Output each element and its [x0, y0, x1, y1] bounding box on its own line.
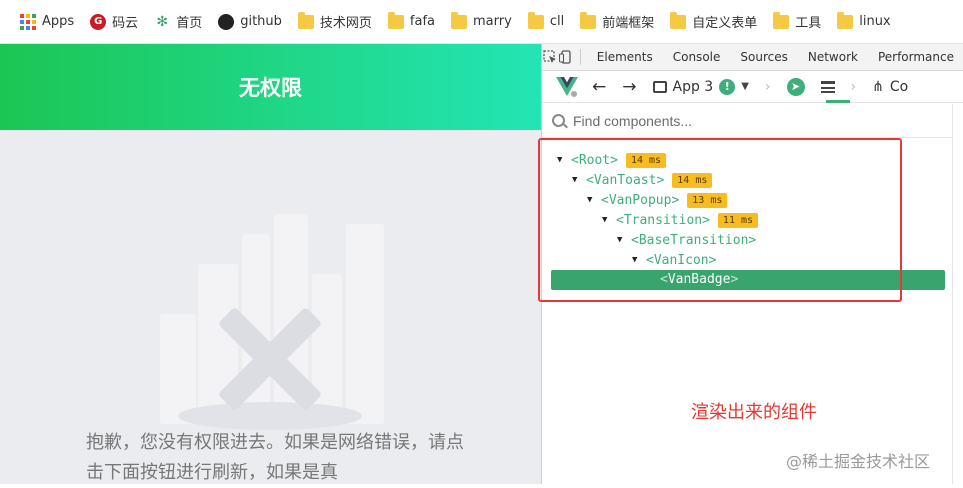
gitee-icon: G — [90, 13, 107, 30]
bookmark-gitee[interactable]: G 码云 — [82, 8, 146, 36]
tab-network[interactable]: Network — [798, 44, 868, 71]
bookmark-label: 工具 — [795, 16, 822, 31]
bookmark-folder[interactable]: linux — [829, 8, 898, 36]
folder-icon — [773, 11, 790, 29]
app-selector-label: App 3 — [672, 78, 714, 95]
pane-divider[interactable] — [952, 104, 953, 484]
apps-grid-icon — [20, 13, 36, 30]
active-tab-indicator — [826, 100, 850, 103]
devtools-tab-bar: Elements Console Sources Network Perform… — [542, 44, 963, 71]
app-selector[interactable]: App 3 ! ▼ — [652, 78, 749, 95]
chevron-down-icon: ▼ — [741, 81, 749, 92]
app-window-icon — [652, 80, 667, 93]
app-viewport: 无权限 抱歉，您没有权限进去。如果是网络错误，请点击下面按钮进行刷新，如果是真 — [0, 44, 541, 484]
bookmark-folder[interactable]: marry — [443, 8, 520, 36]
tab-sources[interactable]: Sources — [730, 44, 797, 71]
bookmark-label: 首页 — [176, 16, 203, 31]
tab-console[interactable]: Console — [663, 44, 731, 71]
bookmark-folder[interactable]: cll — [520, 8, 572, 36]
vue-devtools-toolbar: ← → App 3 ! ▼ › ➤ › ⋔ Co — [542, 71, 963, 103]
bookmark-label: Apps — [42, 14, 75, 29]
folder-icon — [387, 11, 404, 29]
page-title: 无权限 — [239, 76, 302, 100]
tab-components[interactable]: ➤ — [786, 77, 805, 96]
highlight-box — [538, 138, 902, 302]
bookmark-label: fafa — [409, 14, 436, 29]
toolbar-divider — [580, 49, 581, 65]
folder-icon — [837, 11, 854, 29]
inspect-element-icon[interactable] — [542, 44, 558, 71]
device-toolbar-icon[interactable] — [558, 44, 574, 71]
folder-icon — [297, 11, 314, 29]
no-permission-illustration — [160, 214, 384, 430]
bookmark-folder[interactable]: 前端框架 — [572, 8, 662, 36]
bookmark-label: 自定义表单 — [692, 16, 758, 31]
page-header: 无权限 — [0, 44, 541, 130]
tab-performance[interactable]: Performance — [868, 44, 963, 71]
search-icon — [552, 114, 565, 127]
tab-elements[interactable]: Elements — [587, 44, 663, 71]
forward-arrow-icon[interactable]: → — [622, 77, 636, 97]
watermark: @稀土掘金技术社区 — [786, 452, 931, 471]
bookmark-label: marry — [473, 14, 512, 29]
back-arrow-icon[interactable]: ← — [592, 77, 606, 97]
timeline-icon — [820, 80, 835, 93]
github-icon — [218, 13, 235, 30]
folder-icon — [451, 11, 468, 29]
bookmark-apps[interactable]: Apps — [12, 8, 82, 36]
annotation-text: 渲染出来的组件 — [691, 402, 817, 423]
home-leaf-icon: ✻ — [156, 13, 169, 30]
folder-icon — [670, 11, 687, 29]
vue3-badge-icon: ! — [719, 78, 736, 95]
chevron-right-icon: › — [850, 78, 857, 95]
vue-logo-icon — [556, 76, 578, 97]
folder-icon — [527, 11, 544, 29]
bookmark-folder[interactable]: 自定义表单 — [662, 8, 765, 36]
permission-message: 抱歉，您没有权限进去。如果是网络错误，请点击下面按钮进行刷新，如果是真 — [86, 432, 464, 483]
chevron-right-icon: › — [764, 78, 771, 95]
bookmark-label: 技术网页 — [319, 16, 372, 31]
compass-icon: ➤ — [786, 77, 805, 96]
folder-icon — [580, 11, 597, 29]
component-search — [542, 104, 952, 138]
bookmark-github[interactable]: github — [210, 8, 290, 36]
bookmark-folder[interactable]: fafa — [380, 8, 443, 36]
tab-timeline[interactable] — [820, 80, 835, 93]
bookmark-label: github — [240, 14, 282, 29]
bookmark-home[interactable]: ✻ 首页 — [146, 8, 210, 36]
bookmark-label: linux — [859, 14, 891, 29]
component-tree-icon: ⋔ — [872, 78, 884, 95]
bookmark-label: cll — [549, 14, 565, 29]
partial-tab-label: Co — [889, 78, 909, 95]
bookmarks-bar: Apps G 码云 ✻ 首页 github 技术网页 fafa marry cl… — [0, 0, 963, 44]
bookmark-label: 前端框架 — [602, 16, 655, 31]
search-input[interactable] — [573, 112, 873, 129]
tab-more[interactable]: ⋔ Co — [872, 79, 908, 95]
bookmark-folder[interactable]: 技术网页 — [290, 8, 380, 36]
bookmark-label: 码云 — [112, 16, 139, 31]
bookmark-folder[interactable]: 工具 — [765, 8, 829, 36]
